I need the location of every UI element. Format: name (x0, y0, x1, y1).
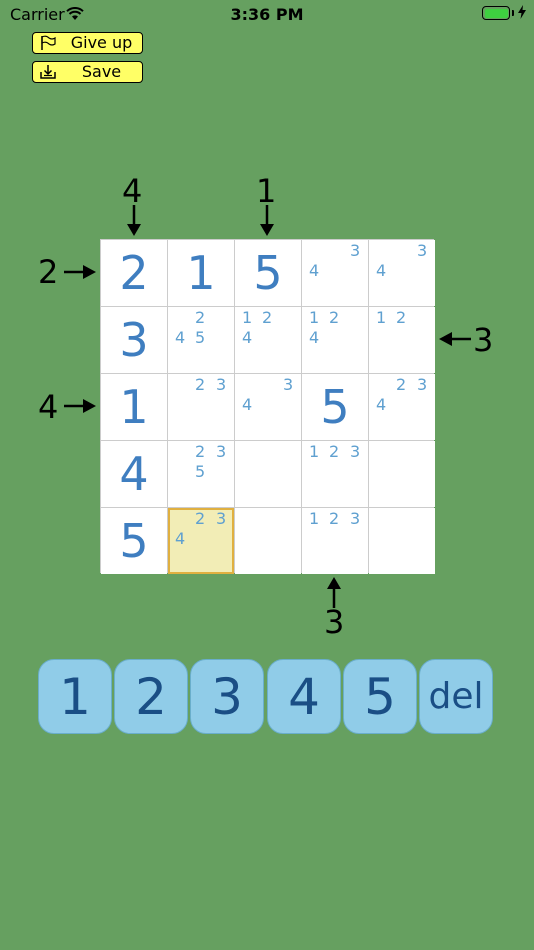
cell-candidate: 2 (329, 442, 340, 461)
arrow-right-icon (64, 265, 96, 279)
cell-value: 4 (119, 447, 149, 501)
grid-cell-r5c5[interactable] (369, 508, 435, 574)
cell-candidate: 4 (175, 328, 186, 347)
key-5[interactable]: 5 (343, 659, 417, 734)
cell-candidate: 2 (329, 509, 340, 528)
key-3[interactable]: 3 (190, 659, 264, 734)
cell-candidate: 3 (216, 442, 227, 461)
grid-cell-r3c4[interactable]: 5 (302, 374, 368, 440)
grid-cell-r1c4[interactable]: 34 (302, 240, 368, 306)
cell-candidate: 5 (195, 328, 206, 347)
cell-candidate: 3 (417, 375, 428, 394)
cell-candidate: 3 (350, 442, 361, 461)
cell-candidate: 2 (329, 308, 340, 327)
clue-top-col3: 1 (256, 172, 277, 210)
save-button[interactable]: Save (32, 61, 143, 83)
grid-cell-r4c3[interactable] (235, 441, 301, 507)
cell-candidate: 1 (376, 308, 387, 327)
give-up-label: Give up (70, 33, 133, 52)
grid-cell-r5c1[interactable]: 5 (101, 508, 167, 574)
grid-cell-r2c3[interactable]: 124 (235, 307, 301, 373)
cell-candidate: 3 (350, 509, 361, 528)
grid-cell-r4c5[interactable] (369, 441, 435, 507)
cell-candidate: 3 (283, 375, 294, 394)
clue-top-col1: 4 (122, 172, 143, 210)
grid-cell-r5c2[interactable]: 23 4 (168, 508, 234, 574)
cell-candidate: 2 (195, 308, 206, 327)
arrow-down-icon (127, 205, 141, 236)
grid-cell-r4c2[interactable]: 235 (168, 441, 234, 507)
grid-cell-r1c2[interactable]: 1 (168, 240, 234, 306)
cell-candidate: 3 (216, 509, 227, 528)
cell-candidate: 2 (396, 308, 407, 327)
grid-cell-r1c3[interactable]: 5 (235, 240, 301, 306)
puzzle-grid: 2153434324512412412123345234423512352341… (100, 239, 435, 574)
grid-cell-r1c1[interactable]: 2 (101, 240, 167, 306)
cell-value: 3 (119, 313, 149, 367)
battery-icon (482, 6, 510, 20)
clue-bottom-col4: 3 (324, 603, 345, 641)
delete-key[interactable]: del (419, 659, 493, 734)
grid-cell-r3c2[interactable]: 23 (168, 374, 234, 440)
cell-candidate: 1 (242, 308, 253, 327)
grid-cell-r3c3[interactable]: 34 (235, 374, 301, 440)
grid-cell-r5c3[interactable] (235, 508, 301, 574)
status-bar: Carrier 3:36 PM (0, 0, 534, 30)
key-4[interactable]: 4 (267, 659, 341, 734)
cell-value: 1 (119, 380, 149, 434)
grid-cell-r3c1[interactable]: 1 (101, 374, 167, 440)
cell-candidate: 5 (195, 462, 206, 481)
charging-icon (518, 5, 526, 19)
grid-cell-r2c1[interactable]: 3 (101, 307, 167, 373)
cell-value: 1 (186, 246, 216, 300)
cell-candidate: 2 (262, 308, 273, 327)
grid-cell-r2c5[interactable]: 12 (369, 307, 435, 373)
cell-candidate: 4 (242, 328, 253, 347)
key-1[interactable]: 1 (38, 659, 112, 734)
grid-cell-r4c4[interactable]: 123 (302, 441, 368, 507)
cell-candidate: 1 (309, 308, 320, 327)
arrow-down-icon (260, 205, 274, 236)
grid-cell-r2c2[interactable]: 245 (168, 307, 234, 373)
battery-tip (512, 10, 514, 16)
cell-candidate: 2 (195, 375, 206, 394)
clue-right-row2: 3 (473, 321, 494, 359)
cell-candidate: 4 (376, 261, 387, 280)
clock: 3:36 PM (230, 5, 304, 24)
arrow-left-icon (439, 332, 471, 346)
cell-candidate: 3 (417, 241, 428, 260)
clue-left-row3: 4 (38, 388, 59, 426)
cell-candidate: 3 (216, 375, 227, 394)
cell-value: 5 (119, 514, 149, 568)
key-2[interactable]: 2 (114, 659, 188, 734)
cell-candidate: 4 (242, 395, 253, 414)
cell-value: 5 (320, 380, 350, 434)
save-tray-icon (40, 65, 56, 79)
cell-candidate: 4 (309, 328, 320, 347)
grid-cell-r2c4[interactable]: 124 (302, 307, 368, 373)
grid-cell-r1c5[interactable]: 34 (369, 240, 435, 306)
cell-candidate: 2 (195, 442, 206, 461)
cell-candidate: 4 (175, 529, 186, 548)
grid-cell-r3c5[interactable]: 23 4 (369, 374, 435, 440)
cell-candidate: 3 (350, 241, 361, 260)
give-up-button[interactable]: Give up (32, 32, 143, 54)
cell-candidate: 4 (376, 395, 387, 414)
grid-cell-r5c4[interactable]: 123 (302, 508, 368, 574)
flag-icon (41, 35, 56, 50)
cell-value: 2 (119, 246, 149, 300)
grid-cell-r4c1[interactable]: 4 (101, 441, 167, 507)
cell-candidate: 4 (309, 261, 320, 280)
arrow-right-icon (64, 399, 96, 413)
cell-candidate: 2 (195, 509, 206, 528)
save-label: Save (81, 62, 122, 81)
clue-left-row1: 2 (38, 253, 59, 291)
cell-candidate: 1 (309, 509, 320, 528)
cell-value: 5 (253, 246, 283, 300)
cell-candidate: 1 (309, 442, 320, 461)
cell-candidate: 2 (396, 375, 407, 394)
